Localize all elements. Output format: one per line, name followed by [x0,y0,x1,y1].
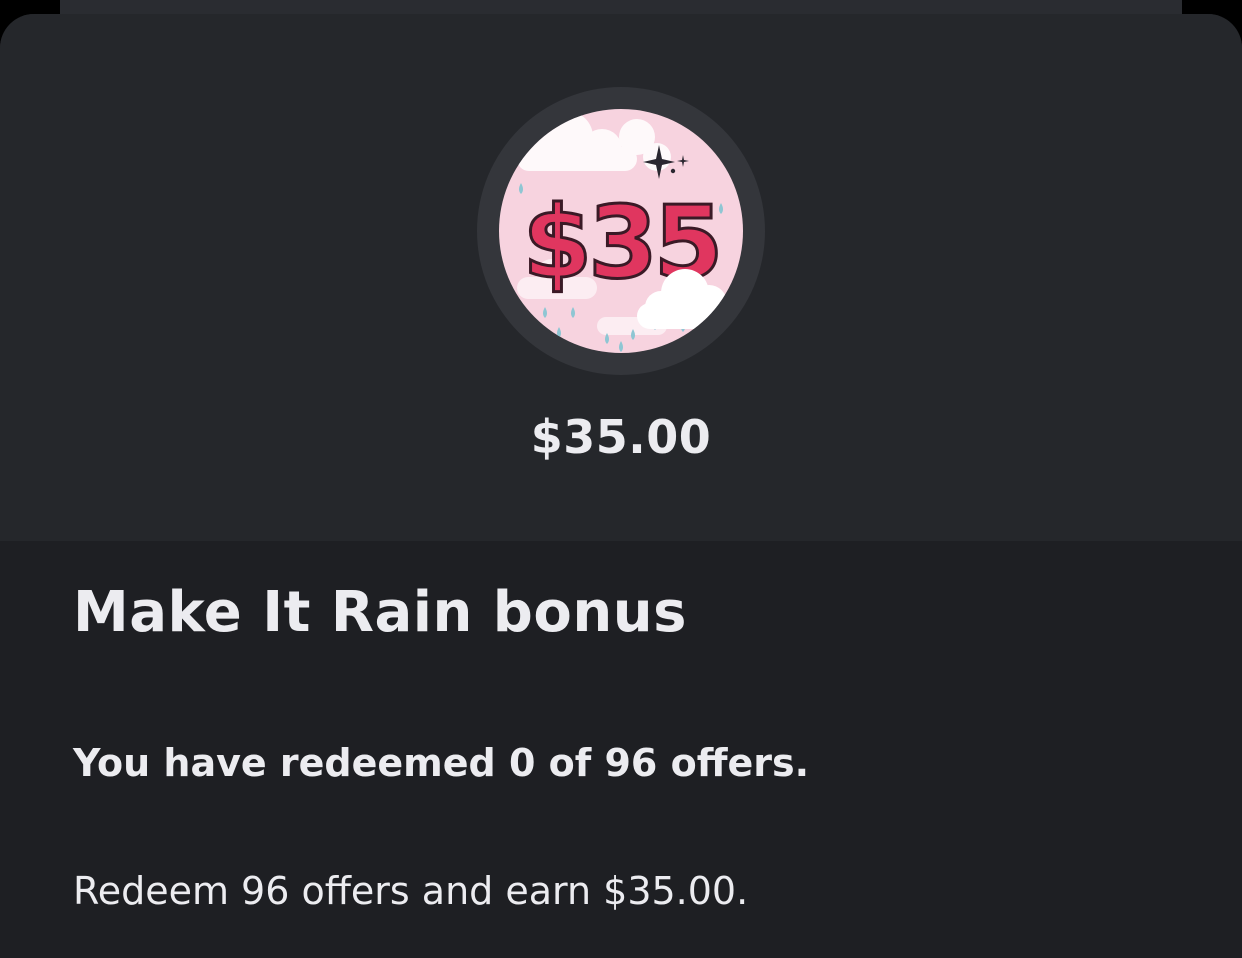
bonus-header: $35 $35.00 [0,14,1242,541]
make-it-rain-badge-icon: $35 [499,109,743,353]
badge-amount: $35.00 [530,410,712,464]
bonus-detail-sheet: $35 $35.00 Make It Rain bonus You have r… [0,14,1242,958]
screen: $35 $35.00 Make It Rain bonus You have r… [0,0,1242,958]
badge-frame: $35 [477,87,765,375]
bonus-description: Redeem 96 offers and earn $35.00. [73,869,749,913]
bonus-title: Make It Rain bonus [73,580,687,645]
redeemed-progress-text: You have redeemed 0 of 96 offers. [73,741,810,785]
